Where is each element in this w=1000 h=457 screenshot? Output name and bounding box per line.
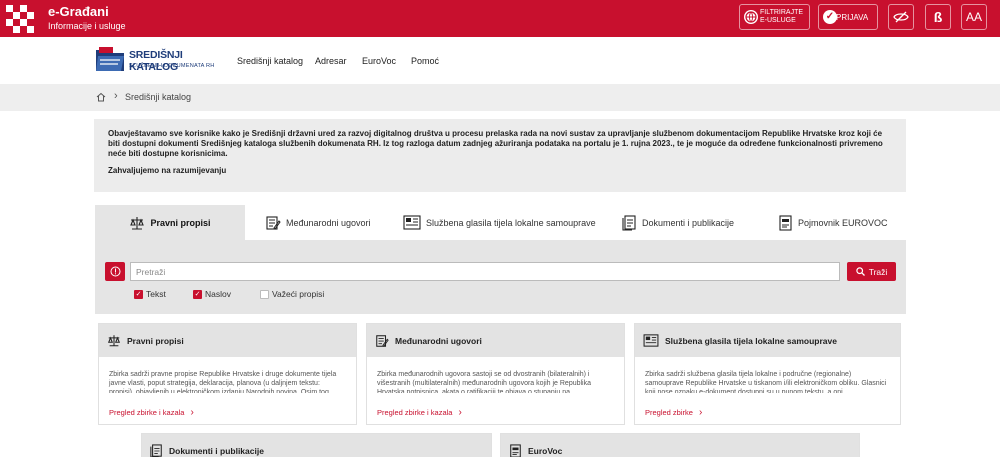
hide-visibility-button[interactable] — [888, 4, 914, 30]
collection-card-documents-publications: Dokumenti i publikacije — [141, 433, 492, 457]
chevron-right-icon: › — [114, 90, 118, 102]
glossary-icon — [779, 214, 792, 231]
document-pen-icon — [376, 334, 389, 347]
card-title: Međunarodni ugovori — [395, 335, 482, 346]
card-link[interactable]: Pregled zbirke › — [645, 407, 702, 418]
tab-documents-publications[interactable]: Dokumenti i publikacije — [622, 205, 734, 240]
scales-icon — [107, 335, 121, 347]
checkbox-label: Važeći propisi — [272, 289, 325, 299]
dyslexia-font-button[interactable]: ß — [925, 4, 951, 30]
chevron-right-icon: › — [698, 407, 703, 418]
info-icon — [110, 266, 120, 277]
checkbox-checked-icon[interactable]: ✓ — [193, 289, 202, 299]
card-link[interactable]: Pregled zbirke i kazala › — [377, 407, 462, 418]
collection-card-local-gazettes: Službena glasila tijela lokalne samoupra… — [634, 323, 901, 425]
brand-subtitle: Informacije i usluge — [48, 21, 126, 31]
card-description: Zbirka sadrži pravne propise Republike H… — [109, 371, 337, 393]
notice-text: Obavještavamo sve korisnike kako je Sred… — [108, 129, 883, 158]
card-description: Zbirka sadrži službena glasila tijela lo… — [645, 371, 887, 393]
collection-card-international-treaties: Međunarodni ugovori Zbirka međunarodnih … — [366, 323, 625, 425]
filter-label-line1: FILTRIRAJTE — [760, 9, 804, 16]
card-link-label: Pregled zbirke — [645, 408, 693, 417]
checkbox-label: Naslov — [205, 289, 231, 299]
checkbox-title[interactable]: ✓ Naslov — [193, 289, 231, 299]
globe-icon — [744, 10, 758, 24]
newspaper-icon — [403, 215, 421, 230]
card-link[interactable]: Pregled zbirke i kazala › — [109, 407, 194, 418]
catalog-logo-title: SREDIŠNJI KATALOG — [129, 49, 183, 73]
checkbox-unchecked-icon[interactable] — [260, 289, 269, 299]
search-button-label: Traži — [868, 266, 888, 277]
tab-label: Pravni propisi — [150, 217, 211, 228]
eye-slash-icon — [893, 11, 909, 23]
tab-eurovoc-glossary[interactable]: Pojmovnik EUROVOC — [778, 205, 888, 240]
checkbox-label: Tekst — [146, 289, 166, 299]
search-input[interactable] — [130, 262, 840, 281]
nav-link-help[interactable]: Pomoć — [411, 56, 439, 66]
card-header: Pravni propisi — [99, 324, 356, 357]
card-title: EuroVoc — [528, 445, 563, 456]
notice-banner: Obavještavamo sve korisnike kako je Sred… — [94, 119, 906, 192]
notice-thanks: Zahvaljujemo na razumijevanju — [108, 166, 227, 175]
card-header: Međunarodni ugovori — [367, 324, 624, 357]
search-icon — [856, 267, 865, 276]
checkmark-icon: ✓ — [823, 10, 837, 24]
glossary-icon — [510, 443, 521, 457]
nav-link-directory[interactable]: Adresar — [315, 56, 347, 66]
documents-icon — [150, 443, 162, 457]
home-icon[interactable] — [96, 92, 106, 102]
brand-title[interactable]: e-Građani — [48, 4, 109, 19]
nav-link-central-catalog[interactable]: Središnji katalog — [237, 56, 303, 66]
card-link-label: Pregled zbirke i kazala — [377, 408, 453, 417]
document-pen-icon — [266, 215, 281, 230]
checkbox-text[interactable]: ✓ Tekst — [134, 289, 166, 299]
filter-label-line2: E-USLUGE — [760, 17, 796, 24]
catalog-logo[interactable]: SREDIŠNJI KATALOG SLUŽBENIH DOKUMENATA R… — [94, 46, 224, 76]
tab-legal-regulations[interactable]: Pravni propisi — [95, 205, 245, 240]
breadcrumb-current: Središnji katalog — [125, 92, 192, 102]
card-description: Zbirka međunarodnih ugovora sastoji se o… — [377, 371, 592, 393]
top-bar: e-Građani Informacije i usluge FILTRIRAJ… — [0, 0, 1000, 37]
font-size-button[interactable]: AA — [961, 4, 987, 30]
tab-international-treaties[interactable]: Međunarodni ugovori — [265, 205, 371, 240]
card-link-label: Pregled zbirke i kazala — [109, 408, 185, 417]
login-button[interactable]: ✓ PRIJAVA — [818, 4, 878, 30]
filter-services-button[interactable]: FILTRIRAJTE E-USLUGE — [739, 4, 810, 30]
tab-local-gazettes[interactable]: Službena glasila tijela lokalne samoupra… — [403, 205, 596, 240]
card-title: Dokumenti i publikacije — [169, 445, 264, 456]
collection-card-legal-regulations: Pravni propisi Zbirka sadrži pravne prop… — [98, 323, 357, 425]
breadcrumb: › Središnji katalog — [0, 84, 1000, 111]
chevron-right-icon: › — [190, 407, 194, 418]
card-title: Službena glasila tijela lokalne samoupra… — [665, 335, 837, 346]
search-panel: Traži ✓ Tekst ✓ Naslov Važeći propisi — [95, 240, 906, 314]
card-header: EuroVoc — [501, 434, 859, 457]
search-button[interactable]: Traži — [847, 262, 896, 281]
tab-label: Dokumenti i publikacije — [642, 217, 735, 228]
collection-tabs: Pravni propisi Međunarodni ugovori Služb… — [95, 205, 906, 240]
main-navigation: SREDIŠNJI KATALOG SLUŽBENIH DOKUMENATA R… — [0, 37, 1000, 84]
folder-logo-icon — [96, 47, 124, 71]
card-header: Službena glasila tijela lokalne samoupra… — [635, 324, 900, 357]
chevron-right-icon: › — [458, 407, 462, 418]
font-size-label: AA — [965, 10, 982, 24]
scales-icon — [130, 216, 145, 230]
login-label: PRIJAVA — [836, 12, 869, 22]
search-help-button[interactable] — [105, 262, 125, 281]
nav-link-eurovoc[interactable]: EuroVoc — [362, 56, 396, 66]
documents-icon — [622, 214, 636, 231]
e-gradani-logo-icon[interactable] — [6, 5, 34, 33]
tab-label: Pojmovnik EUROVOC — [798, 217, 888, 228]
card-title: Pravni propisi — [127, 335, 184, 346]
checkbox-checked-icon[interactable]: ✓ — [134, 289, 143, 299]
tab-label: Međunarodni ugovori — [286, 217, 371, 228]
checkbox-valid-regulations[interactable]: Važeći propisi — [260, 289, 324, 299]
font-toggle-label: ß — [933, 9, 943, 25]
collection-card-eurovoc: EuroVoc — [500, 433, 860, 457]
catalog-logo-subtitle: SLUŽBENIH DOKUMENATA RH — [129, 63, 215, 69]
tab-label: Službena glasila tijela lokalne samoupra… — [426, 217, 596, 228]
newspaper-icon — [643, 334, 659, 347]
card-header: Dokumenti i publikacije — [142, 434, 491, 457]
